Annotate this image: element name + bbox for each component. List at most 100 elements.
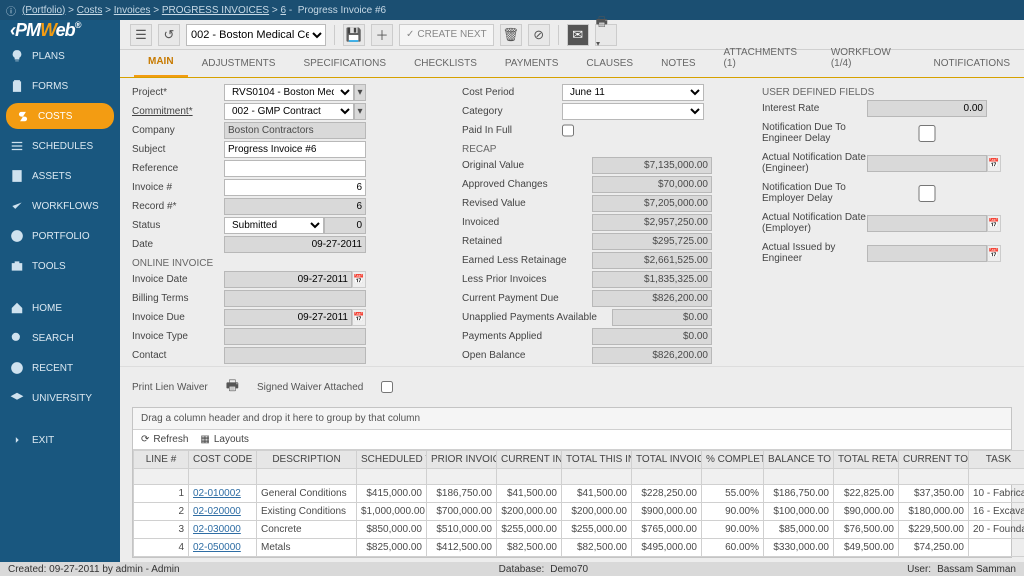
bulb-icon xyxy=(10,49,24,63)
menu-icon[interactable]: ☰ xyxy=(130,24,152,46)
tab-main[interactable]: MAIN xyxy=(134,48,188,77)
undo-icon[interactable]: ↺ xyxy=(158,24,180,46)
date-field xyxy=(224,236,366,253)
print-icon[interactable]: 🖶 ▾ xyxy=(595,24,617,46)
sidebar-forms[interactable]: FORMS xyxy=(0,71,120,101)
sidebar-schedules[interactable]: SCHEDULES xyxy=(0,131,120,161)
recap-current-due: $826,200.00 xyxy=(592,290,712,307)
col-costcode[interactable]: COST CODE xyxy=(189,451,257,469)
invoice-type-field[interactable] xyxy=(224,328,366,345)
col-due[interactable]: CURRENT TOTAL DUE xyxy=(899,451,969,469)
calendar-icon[interactable]: 📅 xyxy=(987,215,1001,232)
sidebar-portfolio[interactable]: PORTFOLIO xyxy=(0,221,120,251)
col-desc[interactable]: DESCRIPTION xyxy=(257,451,357,469)
crumb-portfolio[interactable]: (Portfolio) xyxy=(22,5,65,16)
paid-in-full-checkbox[interactable] xyxy=(562,122,574,139)
col-tthis[interactable]: TOTAL THIS INVOICE xyxy=(562,451,632,469)
commitment-lookup[interactable]: ▾ xyxy=(354,103,366,120)
history-icon xyxy=(10,361,24,375)
section-udf: USER DEFINED FIELDS xyxy=(762,87,1012,98)
table-row[interactable]: 302-030000Concrete$850,000.00$510,000.00… xyxy=(134,521,1024,539)
print-lien-icon[interactable]: 🖶 xyxy=(226,375,239,399)
signed-waiver-checkbox[interactable] xyxy=(381,381,393,393)
project-field[interactable]: RVS0104 - Boston Medical Center xyxy=(224,84,354,101)
recap-unapplied: $0.00 xyxy=(612,309,712,326)
save-icon[interactable]: 💾 xyxy=(343,24,365,46)
calendar-icon[interactable]: 📅 xyxy=(987,155,1001,172)
tabs: MAIN ADJUSTMENTS SPECIFICATIONS CHECKLIS… xyxy=(120,50,1024,78)
tab-workflow[interactable]: WORKFLOW (1/4) xyxy=(817,39,920,77)
label-contact: Contact xyxy=(132,350,224,361)
section-recap: RECAP xyxy=(462,144,732,155)
col-line[interactable]: LINE # xyxy=(134,451,189,469)
calendar-icon[interactable]: 📅 xyxy=(352,271,366,288)
recap-earned: $2,661,525.00 xyxy=(592,252,712,269)
sidebar-workflows[interactable]: WORKFLOWS xyxy=(0,191,120,221)
billing-terms-field[interactable] xyxy=(224,290,366,307)
actual-issued-field[interactable] xyxy=(867,245,987,262)
invoice-due-field[interactable] xyxy=(224,309,352,326)
grid-group-hint[interactable]: Drag a column header and drop it here to… xyxy=(133,408,1011,430)
tab-checklists[interactable]: CHECKLISTS xyxy=(400,50,491,77)
tab-attachments[interactable]: ATTACHMENTS (1) xyxy=(710,39,817,77)
tab-payments[interactable]: PAYMENTS xyxy=(491,50,573,77)
col-sched[interactable]: SCHEDULED VALUE xyxy=(357,451,427,469)
project-selector[interactable]: 002 - Boston Medical Center - Bosto xyxy=(186,24,326,46)
subject-field[interactable] xyxy=(224,141,366,158)
sidebar-assets[interactable]: ASSETS xyxy=(0,161,120,191)
table-row[interactable]: 202-020000Existing Conditions$1,000,000.… xyxy=(134,503,1024,521)
sidebar-home[interactable]: HOME xyxy=(0,293,120,323)
col-prior[interactable]: PRIOR INVOICES xyxy=(427,451,497,469)
sidebar-exit[interactable]: EXIT xyxy=(0,425,120,455)
add-icon[interactable]: ＋ xyxy=(371,24,393,46)
grid-filter-row[interactable] xyxy=(134,469,1024,485)
sidebar-search[interactable]: SEARCH xyxy=(0,323,120,353)
tab-notes[interactable]: NOTES xyxy=(647,50,709,77)
table-row[interactable]: 402-050000Metals$825,000.00$412,500.00$8… xyxy=(134,539,1024,557)
tab-notifications[interactable]: NOTIFICATIONS xyxy=(920,50,1024,77)
calendar-icon[interactable]: 📅 xyxy=(352,309,366,326)
grid-layouts[interactable]: ▦ Layouts xyxy=(200,434,248,445)
crumb-invoices[interactable]: Invoices xyxy=(114,5,151,16)
interest-rate-field[interactable] xyxy=(867,100,987,117)
col-bal[interactable]: BALANCE TO INVOICE xyxy=(764,451,834,469)
delete-icon[interactable]: 🗑 xyxy=(500,24,522,46)
invoice-no-field[interactable] xyxy=(224,179,366,196)
sidebar-plans[interactable]: PLANS xyxy=(0,41,120,71)
email-icon[interactable]: ✉ xyxy=(567,24,589,46)
invoice-date-field[interactable] xyxy=(224,271,352,288)
col-pct[interactable]: % COMPLETE xyxy=(702,451,764,469)
table-row[interactable]: 102-010002General Conditions$415,000.00$… xyxy=(134,485,1024,503)
col-current[interactable]: CURRENT INVOICE xyxy=(497,451,562,469)
col-task[interactable]: TASK xyxy=(969,451,1024,469)
list-icon xyxy=(10,139,24,153)
sidebar-recent[interactable]: RECENT xyxy=(0,353,120,383)
contact-field[interactable] xyxy=(224,347,366,364)
crumb-progress[interactable]: PROGRESS INVOICES xyxy=(162,5,269,16)
status-field[interactable]: Submitted xyxy=(224,217,324,234)
actual-notif-emp-field[interactable] xyxy=(867,215,987,232)
label-status: Status xyxy=(132,220,224,231)
cost-period-field[interactable]: June 11 xyxy=(562,84,704,101)
reference-field[interactable] xyxy=(224,160,366,177)
block-icon[interactable]: ⊘ xyxy=(528,24,550,46)
project-lookup[interactable]: ▾ xyxy=(354,84,366,101)
sidebar-university[interactable]: UNIVERSITY xyxy=(0,383,120,413)
grid-refresh[interactable]: ⟳ Refresh xyxy=(141,434,188,445)
crumb-costs[interactable]: Costs xyxy=(77,5,103,16)
tab-clauses[interactable]: CLAUSES xyxy=(572,50,647,77)
create-next-button[interactable]: ✓ CREATE NEXT xyxy=(399,24,494,46)
calendar-icon[interactable]: 📅 xyxy=(987,245,1001,262)
tab-adjustments[interactable]: ADJUSTMENTS xyxy=(188,50,290,77)
category-field[interactable] xyxy=(562,103,704,120)
notif-eng-checkbox[interactable] xyxy=(867,125,987,142)
commitment-field[interactable]: 002 - GMP Contract xyxy=(224,103,354,120)
notif-emp-checkbox[interactable] xyxy=(867,185,987,202)
sidebar-tools[interactable]: TOOLS xyxy=(0,251,120,281)
tab-specifications[interactable]: SPECIFICATIONS xyxy=(289,50,400,77)
sidebar-costs[interactable]: COSTS xyxy=(6,103,114,129)
label-commitment[interactable]: Commitment xyxy=(132,106,224,117)
actual-notif-eng-field[interactable] xyxy=(867,155,987,172)
col-tinv[interactable]: TOTAL INVOICED xyxy=(632,451,702,469)
col-ret[interactable]: TOTAL RETAINED xyxy=(834,451,899,469)
